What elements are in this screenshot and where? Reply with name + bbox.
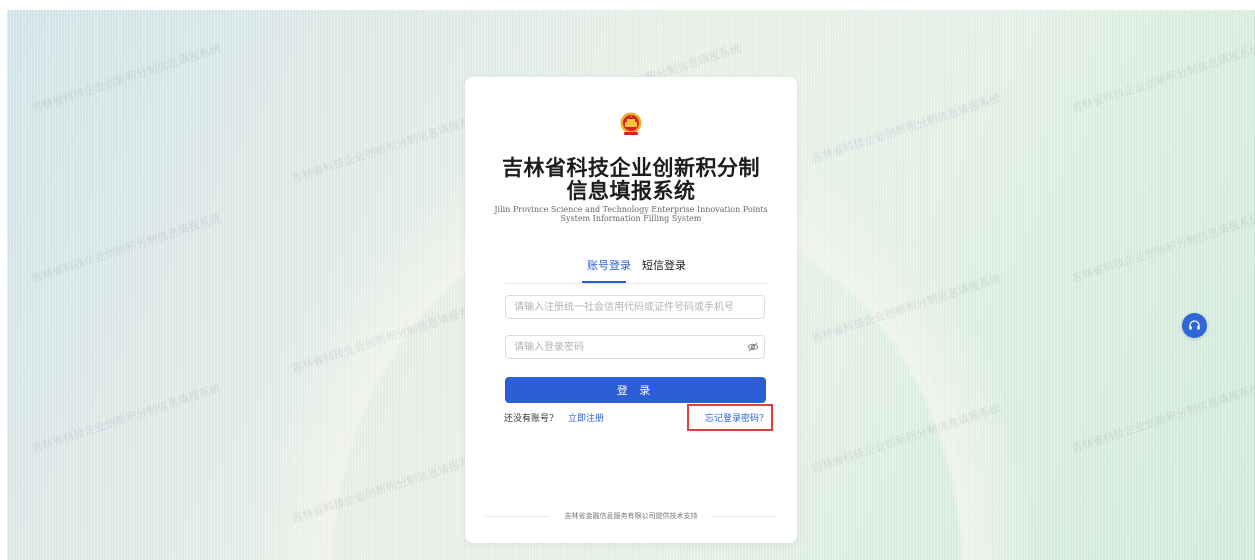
login-button[interactable]: 登 录 xyxy=(505,377,766,403)
tab-sms-login[interactable]: 短信登录 xyxy=(642,257,686,273)
watermark-text: 吉林省科技企业创新积分制信息填报系统 xyxy=(29,381,223,456)
system-title-line2: 信息填报系统 xyxy=(566,178,696,203)
customer-support-button[interactable] xyxy=(1182,313,1207,338)
watermark-text: 吉林省科技企业创新积分制信息填报系统 xyxy=(289,451,483,526)
watermark-text: 吉林省科技企业创新积分制信息填报系统 xyxy=(29,211,223,286)
login-card: 吉林省科技企业创新积分制 信息填报系统 Jilin Province Scien… xyxy=(465,77,797,543)
headset-icon xyxy=(1189,320,1200,330)
forgot-password-link[interactable]: 忘记登录密码? xyxy=(705,411,764,424)
watermark-text: 吉林省科技企业创新积分制信息填报系统 xyxy=(1069,41,1255,116)
national-emblem-icon xyxy=(620,112,642,135)
tab-account-login[interactable]: 账号登录 xyxy=(587,257,631,273)
watermark-text: 吉林省科技企业创新积分制信息填报系统 xyxy=(809,91,1003,166)
watermark-text: 吉林省科技企业创新积分制信息填报系统 xyxy=(1069,381,1255,456)
active-tab-indicator xyxy=(582,281,626,283)
password-input[interactable] xyxy=(505,335,765,359)
account-input[interactable] xyxy=(505,295,765,319)
eye-off-icon[interactable] xyxy=(747,342,759,352)
footer-divider-right xyxy=(711,516,775,517)
watermark-text: 吉林省科技企业创新积分制信息填报系统 xyxy=(809,271,1003,346)
watermark-text: 吉林省科技企业创新积分制信息填报系统 xyxy=(809,401,1003,476)
no-account-text: 还没有账号? xyxy=(504,414,554,424)
login-tabs: 账号登录 短信登录 xyxy=(505,253,767,284)
page: 吉林省科技企业创新积分制信息填报系统 吉林省科技企业创新积分制信息填报系统 吉林省科… xyxy=(0,0,1255,560)
watermark-text: 吉林省科技企业创新积分制信息填报系统 xyxy=(289,301,483,376)
watermark-text: 吉林省科技企业创新积分制信息填报系统 xyxy=(1069,211,1255,286)
register-link[interactable]: 立即注册 xyxy=(568,411,604,424)
watermark-text: 吉林省科技企业创新积分制信息填报系统 xyxy=(29,41,223,116)
system-subtitle-line2: System Information Filling System xyxy=(560,214,702,223)
system-title-line1: 吉林省科技企业创新积分制 xyxy=(502,155,760,180)
watermark-text: 吉林省科技企业创新积分制信息填报系统 xyxy=(289,111,483,186)
